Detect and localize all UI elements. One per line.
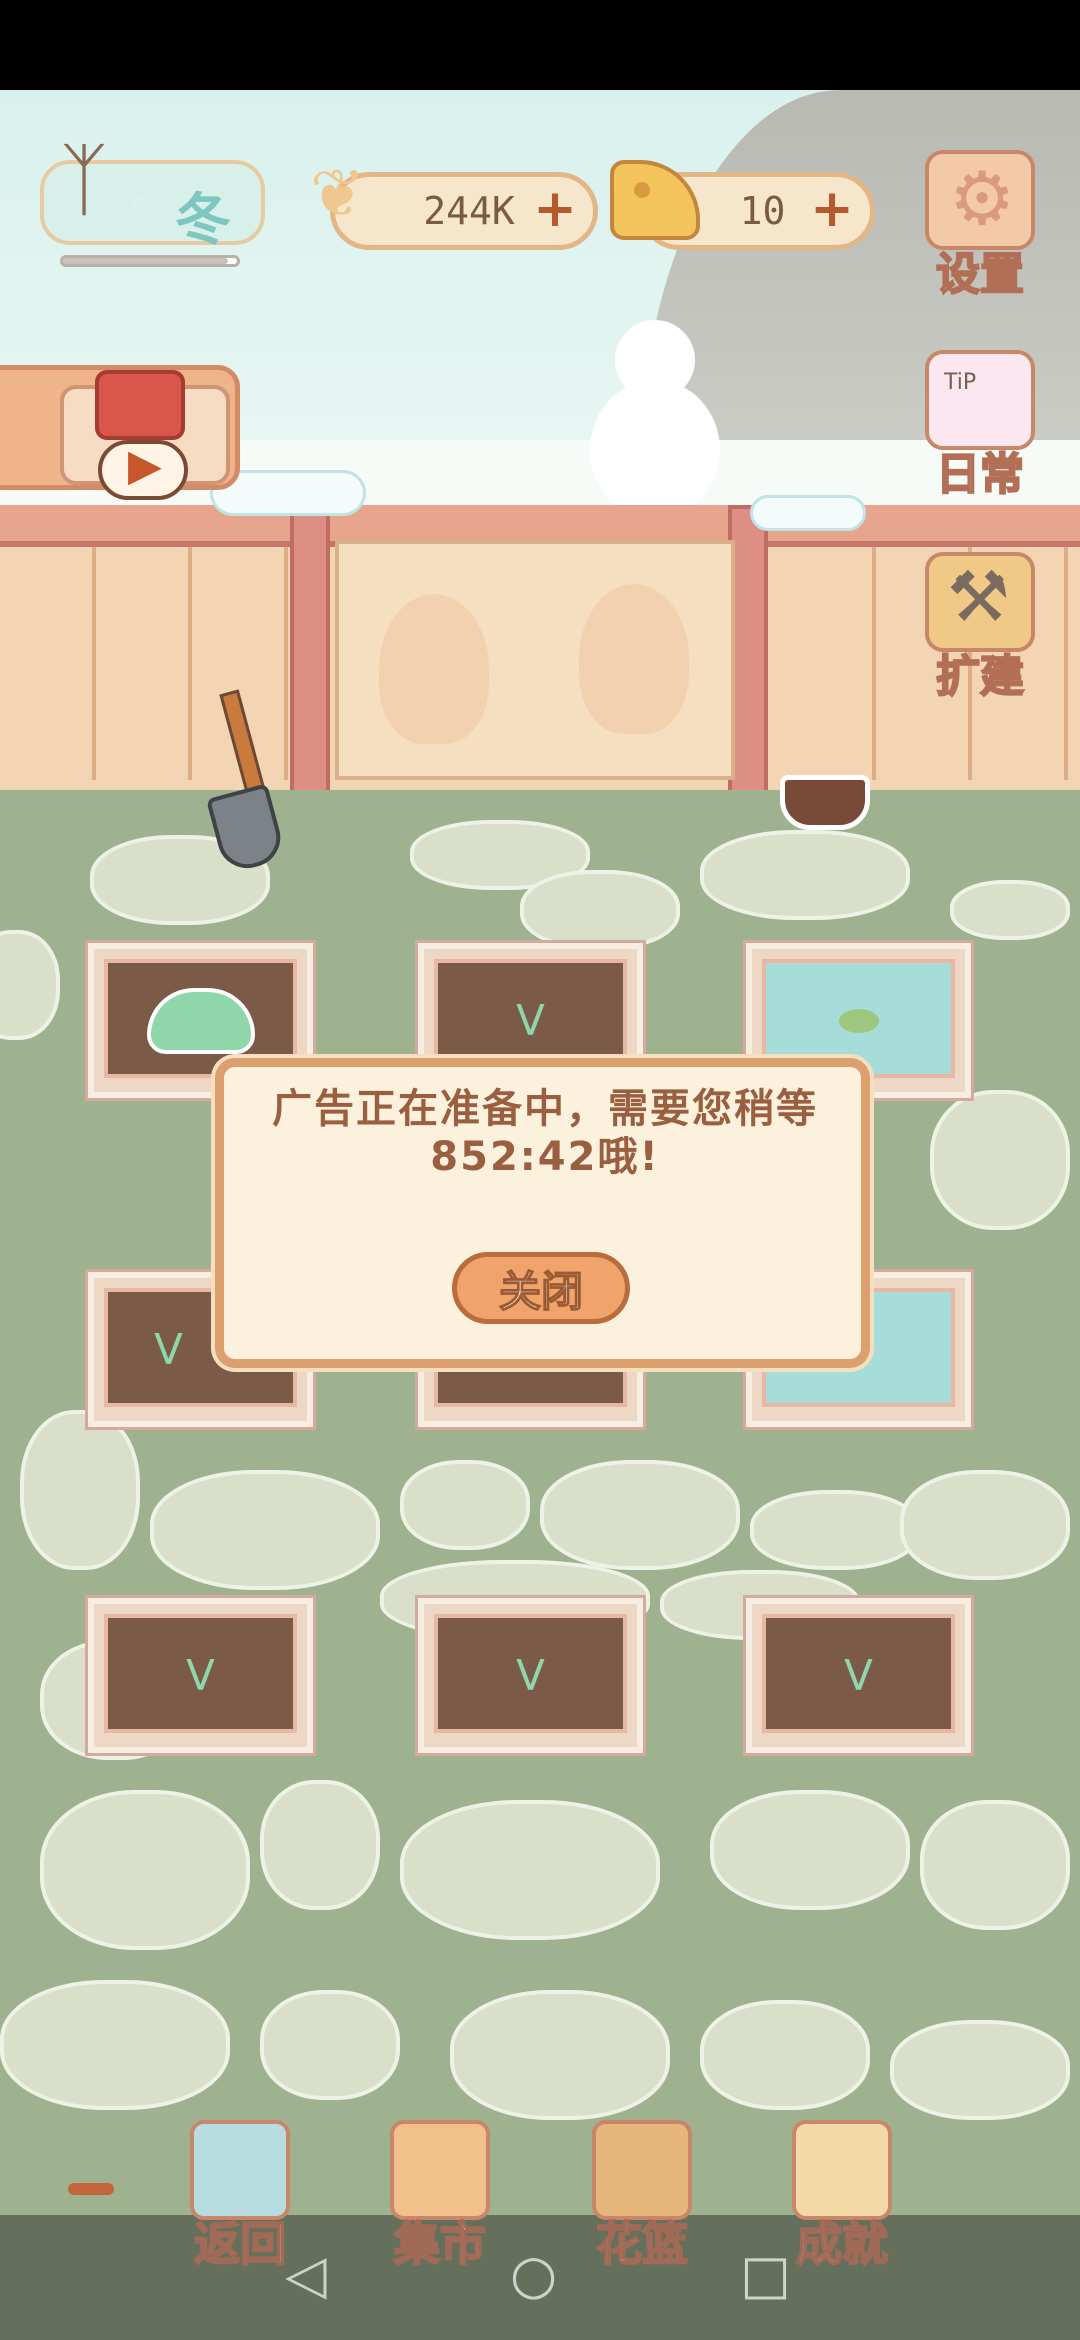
minimize-indicator[interactable] [68,2183,114,2195]
season-progress-fill [63,258,229,264]
add-fish-button[interactable]: + [531,183,579,235]
fence-post [290,505,330,805]
garden-gate[interactable] [335,540,735,780]
expand-button[interactable]: ⚒ 扩建 [920,552,1040,703]
hammer-icon: ⚒ [947,556,1010,638]
nav-label: 花篮 [595,2216,689,2272]
cat-silhouette-right [579,584,689,734]
fish-bone-icon: ❦ [310,155,366,232]
close-button-label[interactable]: 关闭 [452,1258,630,1319]
cat-silhouette-left [379,594,489,744]
play-icon: ▶ [128,440,162,491]
sprout-icon: ᐯ [844,1650,873,1700]
gear-frame: ⚙ [925,150,1035,250]
daily-button[interactable]: TiP 日常 [920,350,1040,501]
watering-can-icon [95,370,185,440]
system-recent-button[interactable]: □ [740,2248,791,2302]
cheese-count: 10 [739,189,786,233]
lily-pad-icon [838,1008,879,1033]
nav-market-button[interactable]: 集市 [365,2120,515,2272]
nav-label: 集市 [393,2216,487,2272]
shovel-tool[interactable] [205,689,288,875]
garden-plot[interactable]: ᐯ [746,1598,971,1753]
snow-lump [750,495,866,531]
sprout-icon: ᐯ [186,1650,215,1700]
garden-plot[interactable]: ᐯ [88,1598,313,1753]
settings-button[interactable]: ⚙ 设置 [920,150,1040,301]
snowman-decoration [590,320,720,520]
status-bar [0,0,1080,90]
expand-label: 扩建 [935,650,1025,703]
season-label: 冬 [175,188,231,253]
gear-icon: ⚙ [949,156,1016,242]
garden-plot[interactable]: ᐯ [418,1598,643,1753]
trophy-icon [792,2120,892,2220]
add-cheese-button[interactable]: + [808,183,856,235]
season-progress-bar [60,255,240,267]
window-icon [190,2120,290,2220]
tip-note-icon: TiP [944,370,977,395]
system-home-button[interactable]: ○ [510,2248,557,2302]
note-frame: TiP [925,350,1035,450]
settings-label: 设置 [935,248,1025,301]
fish-count: 244K [423,189,515,233]
system-back-button[interactable]: ◁ [285,2248,327,2302]
bucket-tool[interactable] [780,775,870,830]
sprout-icon: ᐯ [154,1324,183,1374]
daily-label: 日常 [935,448,1025,501]
nav-flower-basket-button[interactable]: 花篮 [567,2120,717,2272]
market-stall-icon [390,2120,490,2220]
sprout-icon: ᐯ [516,995,545,1045]
bare-tree-icon: ᛉ [60,133,108,226]
sprout-icon: ᐯ [516,1650,545,1700]
snowman-icon: ☃ [120,190,153,231]
flower-basket-icon [592,2120,692,2220]
hammer-frame: ⚒ [925,552,1035,652]
dialog-message: 广告正在准备中，需要您稍等852:42哦! [272,1086,818,1180]
